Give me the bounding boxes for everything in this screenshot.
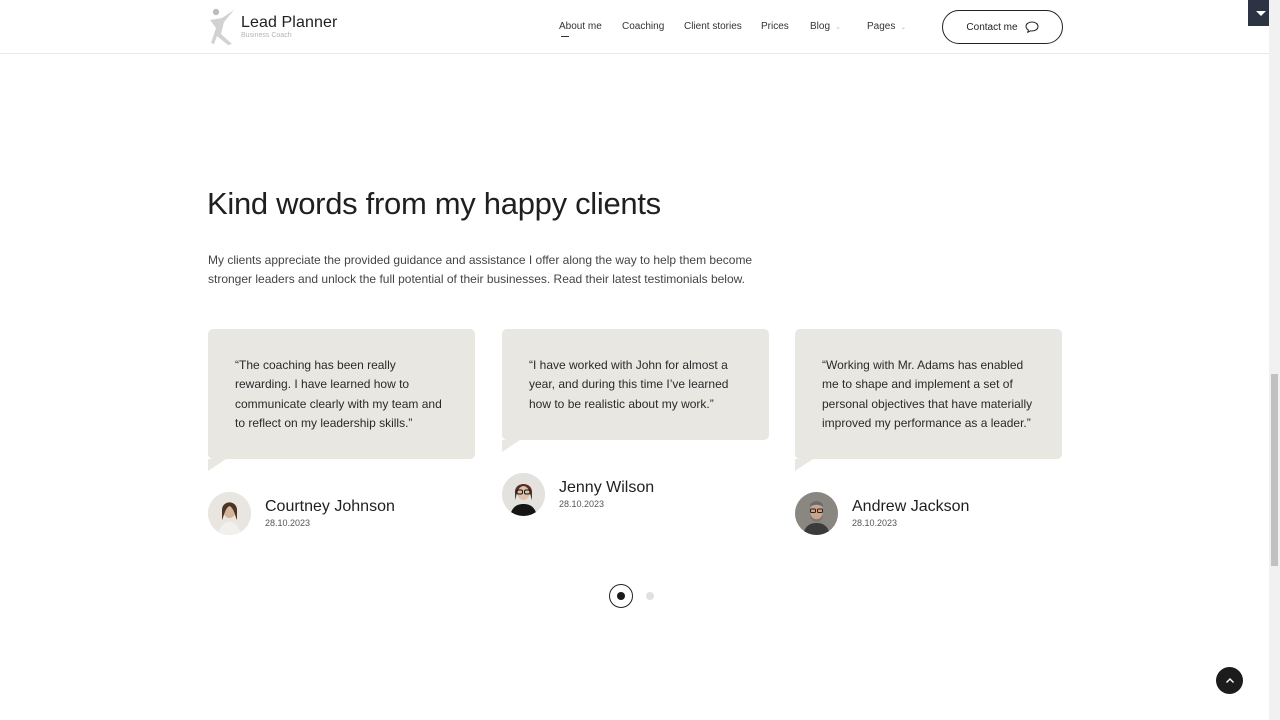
testimonial-date: 28.10.2023 xyxy=(852,518,898,528)
nav-item-client-stories[interactable]: Client stories xyxy=(684,21,742,32)
quote-tail xyxy=(208,459,226,471)
contact-me-button[interactable]: Contact me xyxy=(942,10,1063,44)
page-scrollbar[interactable] xyxy=(1269,0,1280,720)
scrollbar-thumb[interactable] xyxy=(1271,374,1278,566)
testimonial-date: 28.10.2023 xyxy=(559,499,605,509)
nav-item-label: Coaching xyxy=(622,21,665,32)
chevron-up-icon xyxy=(1225,678,1234,683)
quote-tail xyxy=(795,459,813,471)
pager-dot-2[interactable] xyxy=(646,592,654,600)
section-intro: My clients appreciate the provided guida… xyxy=(208,253,753,286)
avatar xyxy=(208,492,251,535)
testimonial-quote-box: “I have worked with John for almost a ye… xyxy=(502,329,769,440)
nav-item-prices[interactable]: Prices xyxy=(761,21,789,32)
pager-dot-1[interactable] xyxy=(609,584,633,608)
pager-dot-active-indicator xyxy=(617,592,625,600)
nav-item-pages[interactable]: Pages ⌄ xyxy=(867,21,906,32)
author-name: Andrew Jackson xyxy=(852,498,970,515)
nav-item-label: Prices xyxy=(761,21,789,32)
speech-bubble-icon xyxy=(1025,21,1039,33)
testimonial-quote: “The coaching has been really rewarding.… xyxy=(235,358,442,430)
chevron-down-icon: ⌄ xyxy=(900,23,907,31)
brand-subtitle: Business Coach xyxy=(241,32,292,39)
testimonial-author: Andrew Jackson 28.10.2023 xyxy=(795,492,1062,536)
nav-item-label: Client stories xyxy=(684,21,742,32)
testimonial-quote-box: “Working with Mr. Adams has enabled me t… xyxy=(795,329,1062,459)
active-nav-indicator xyxy=(561,36,569,37)
brand-logo[interactable]: Lead Planner Business Coach xyxy=(208,6,348,46)
testimonial-author: Courtney Johnson 28.10.2023 xyxy=(208,492,475,536)
testimonial-quote-box: “The coaching has been really rewarding.… xyxy=(208,329,475,459)
avatar xyxy=(502,473,545,516)
back-to-top-button[interactable] xyxy=(1216,667,1243,694)
caret-down-icon xyxy=(1256,10,1266,16)
nav-item-label: Blog xyxy=(810,21,831,32)
chevron-down-icon: ⌄ xyxy=(835,23,841,31)
quote-tail xyxy=(502,440,520,452)
testimonial-quote: “Working with Mr. Adams has enabled me t… xyxy=(822,358,1033,430)
brand-title: Lead Planner xyxy=(241,14,338,31)
nav-item-about-me[interactable]: About me xyxy=(559,21,602,32)
avatar xyxy=(795,492,838,535)
author-name: Courtney Johnson xyxy=(265,498,395,515)
nav-item-coaching[interactable]: Coaching xyxy=(622,21,664,32)
contact-me-label: Contact me xyxy=(966,21,1018,33)
section-heading: Kind words from my happy clients xyxy=(207,186,661,221)
testimonial-author: Jenny Wilson 28.10.2023 xyxy=(502,473,769,517)
running-figure-logo-icon xyxy=(210,8,234,45)
nav-item-label: Pages xyxy=(867,21,896,32)
testimonial-quote: “I have worked with John for almost a ye… xyxy=(529,358,729,411)
nav-item-blog[interactable]: Blog ⌄ xyxy=(810,21,841,32)
nav-item-label: About me xyxy=(559,21,602,32)
author-name: Jenny Wilson xyxy=(559,479,655,496)
testimonial-date: 28.10.2023 xyxy=(265,518,311,528)
site-header: Lead Planner Business Coach About me Coa… xyxy=(0,0,1269,54)
